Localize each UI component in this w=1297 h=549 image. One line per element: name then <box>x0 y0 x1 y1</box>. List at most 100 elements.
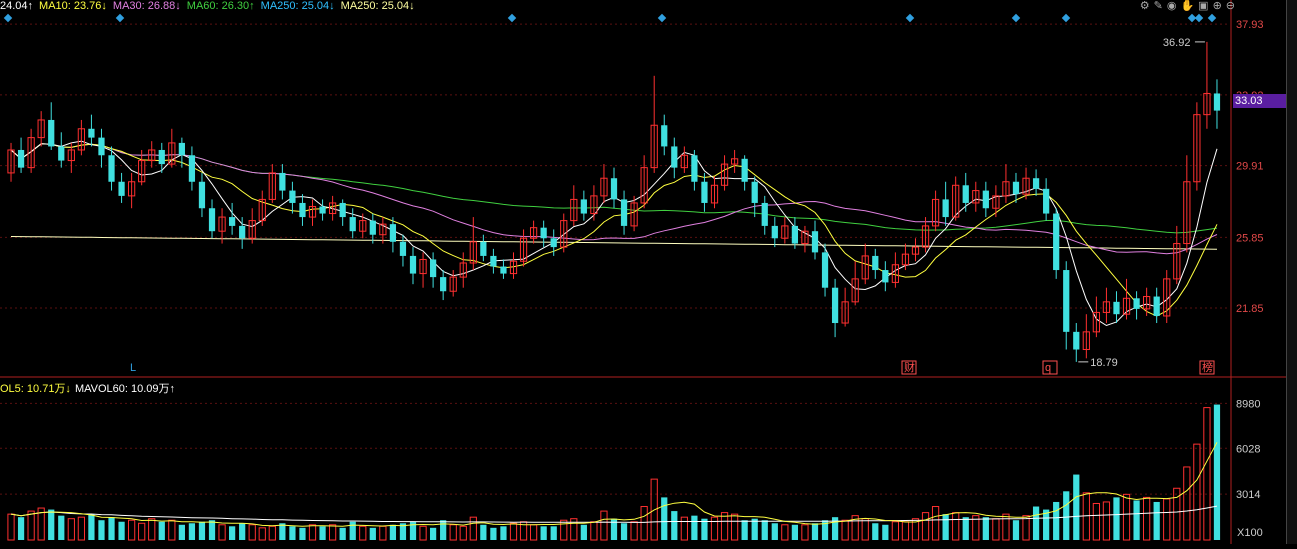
volume-bar <box>268 525 276 541</box>
volume-bar <box>158 521 165 540</box>
volume-bar <box>248 524 256 541</box>
event-diamond <box>3 13 13 23</box>
candle-body <box>620 199 628 226</box>
volume-bar <box>771 523 778 540</box>
candle-body <box>1133 298 1140 309</box>
volume-bar <box>1122 493 1131 541</box>
candle-body <box>389 224 397 242</box>
volume-bar <box>1163 498 1171 541</box>
volume-bar <box>490 527 497 540</box>
volume-bar <box>640 506 648 541</box>
volume-bar <box>831 517 839 540</box>
volume-bar <box>1203 407 1211 541</box>
volume-bar <box>872 523 879 540</box>
volume-bar <box>1053 501 1060 540</box>
volume-bar <box>459 525 467 541</box>
event-diamond <box>1011 13 1021 23</box>
volume-bar <box>1012 520 1020 540</box>
candle-body <box>761 202 768 226</box>
candle-body <box>48 119 55 147</box>
volume-bar <box>88 514 95 540</box>
high-marker-label: 36.92 <box>1163 37 1191 49</box>
volume-bar <box>1183 466 1191 541</box>
candle-body <box>158 149 165 165</box>
volume-bar <box>509 522 518 541</box>
volume-bar <box>148 518 156 541</box>
candle-body <box>1153 296 1160 316</box>
low-marker-label: 18.79 <box>1090 357 1118 369</box>
volume-bar <box>440 520 447 540</box>
volume-bar <box>1143 496 1151 541</box>
candle-body <box>88 128 95 138</box>
volume-bar <box>540 526 547 540</box>
volume-bar <box>138 522 146 541</box>
event-diamond <box>1061 13 1071 23</box>
volume-bar <box>1022 515 1030 541</box>
zoom-in-icon[interactable]: ⊕ <box>1213 0 1222 12</box>
volume-bar <box>952 512 960 541</box>
volume-bar <box>982 517 989 540</box>
price-tick-label: 21.85 <box>1236 303 1264 315</box>
volume-bar <box>299 527 306 540</box>
volume-bar <box>942 514 949 540</box>
candle-body <box>98 137 105 156</box>
volume-bar <box>741 520 748 540</box>
zoom-out-icon[interactable]: ⊖ <box>1226 0 1235 12</box>
volume-bar <box>258 527 266 541</box>
candle-body <box>610 178 618 200</box>
volume-bar <box>419 525 427 541</box>
candle-body <box>540 227 547 239</box>
volume-bar <box>1153 501 1160 540</box>
candle-body <box>831 287 839 324</box>
candle-body <box>440 277 447 292</box>
event-label: 榜 <box>1202 360 1213 374</box>
volume-bar <box>710 516 719 541</box>
event-diamond <box>507 13 517 23</box>
volume-bar <box>882 524 889 540</box>
candle-body <box>429 259 437 278</box>
eye-icon[interactable]: ◉ <box>1167 0 1177 12</box>
candle-body <box>229 217 236 226</box>
volume-bar <box>921 512 930 541</box>
event-diamond <box>905 13 915 23</box>
candle-body <box>369 220 376 235</box>
lock-icon[interactable]: ▣ <box>1198 0 1208 12</box>
brush-icon[interactable]: ✎ <box>1154 0 1163 12</box>
volume-bar <box>349 521 356 540</box>
volume-bar <box>27 510 35 541</box>
toolbar-icons: ⚙ ✎ ◉ ✋ ▣ ⊕ ⊖ <box>1140 0 1235 12</box>
volume-bar <box>661 497 668 540</box>
volume-bar <box>1043 509 1050 540</box>
volume-bar <box>500 526 507 540</box>
volume-bar <box>389 524 397 540</box>
volume-bar <box>239 523 246 540</box>
volume-bar <box>339 527 346 540</box>
volume-bar <box>480 524 487 540</box>
price-tick-label: 29.91 <box>1236 161 1264 173</box>
volume-tick-label: 8980 <box>1236 398 1260 410</box>
volume-bar <box>992 518 1000 541</box>
settings-icon[interactable]: ⚙ <box>1140 0 1150 12</box>
volume-bar <box>1002 513 1010 541</box>
volume-bar <box>229 526 236 540</box>
price-tick-label: 37.93 <box>1236 19 1264 31</box>
volume-bar <box>901 521 910 541</box>
volume-bar <box>600 510 608 541</box>
volume-bar <box>77 516 85 541</box>
hand-icon[interactable]: ✋ <box>1180 0 1194 12</box>
side-panel-strip[interactable] <box>1286 0 1297 544</box>
event-diamond <box>1194 13 1204 23</box>
candle-body <box>208 208 216 232</box>
candle-body <box>821 252 829 288</box>
candle-body <box>791 225 799 244</box>
candle-body <box>409 255 417 274</box>
volume-bar <box>620 523 628 540</box>
volume-bar <box>1133 500 1140 540</box>
volume-bar <box>58 515 65 540</box>
volume-bar <box>108 517 115 540</box>
volume-bar <box>17 517 25 540</box>
candle-body <box>811 231 819 253</box>
candle-body <box>58 146 65 161</box>
volume-bar <box>128 519 136 541</box>
event-diamond <box>657 13 667 23</box>
